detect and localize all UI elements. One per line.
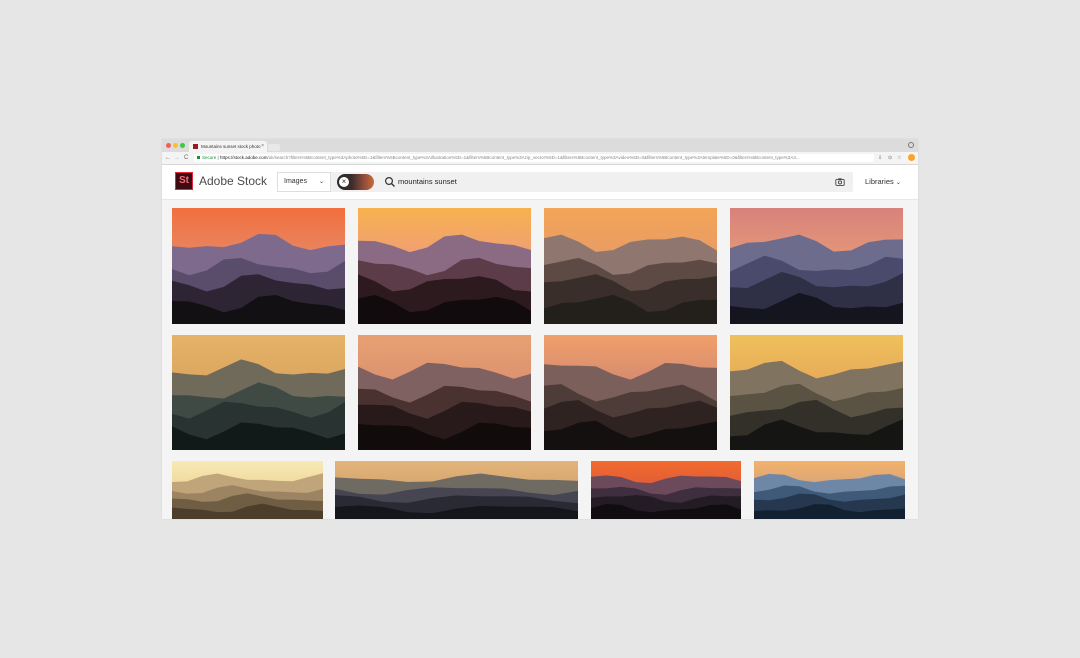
result-thumbnail[interactable] (591, 461, 741, 519)
close-icon[interactable]: × (339, 177, 349, 187)
libraries-menu[interactable]: Libraries ⌄ (865, 177, 901, 188)
url-path: /uk/search?filters%5Bcontent_type%3Aphot… (267, 155, 800, 160)
brand-name[interactable]: Adobe Stock (199, 174, 267, 188)
favicon-icon (193, 144, 198, 150)
result-thumbnail[interactable] (335, 461, 578, 519)
tab-title: Mountains sunset stock photo (201, 144, 261, 149)
browser-window: Mountains sunset stock photo × ← → C Sec… (162, 139, 918, 519)
result-thumbnail[interactable] (358, 208, 531, 324)
profile-icon[interactable] (908, 142, 914, 148)
url-host: https://stock.adobe.com (219, 155, 268, 160)
minimize-window-button[interactable] (173, 143, 178, 148)
result-thumbnail[interactable] (172, 208, 345, 324)
chevron-down-icon: ⌄ (895, 180, 901, 186)
result-thumbnail[interactable] (730, 208, 903, 324)
result-thumbnail[interactable] (754, 461, 905, 519)
result-thumbnail[interactable] (730, 335, 903, 450)
tab-strip: Mountains sunset stock photo × (162, 139, 918, 152)
maximize-window-button[interactable] (180, 143, 185, 148)
secure-label: Secure (202, 155, 217, 160)
new-tab-button[interactable] (268, 144, 280, 151)
result-thumbnail[interactable] (544, 208, 717, 324)
browser-tab[interactable]: Mountains sunset stock photo × (189, 141, 267, 152)
zoom-icon[interactable]: ⊙ (888, 154, 892, 162)
address-bar[interactable]: Secure | https://stock.adobe.com/uk/sear… (194, 154, 874, 162)
chevron-down-icon: ⌄ (318, 179, 324, 185)
forward-button[interactable]: → (174, 153, 180, 163)
tab-close-icon[interactable]: × (261, 141, 264, 152)
back-button[interactable]: ← (165, 153, 171, 163)
adobe-stock-logo[interactable]: St (175, 172, 193, 190)
extension-icon[interactable] (908, 154, 915, 161)
search-bar: Images ⌄ × mountains sunset (277, 172, 853, 192)
camera-icon[interactable] (835, 177, 845, 187)
lock-icon (197, 156, 200, 160)
search-icon[interactable] (384, 176, 396, 188)
reload-button[interactable]: C (184, 153, 188, 163)
result-thumbnail[interactable] (172, 335, 345, 450)
result-thumbnail[interactable] (358, 335, 531, 450)
result-thumbnail[interactable] (544, 335, 717, 450)
download-icon[interactable]: ⇩ (878, 154, 882, 162)
libraries-label: Libraries (865, 177, 894, 186)
stock-header: St Adobe Stock Images ⌄ × mountains suns… (162, 165, 918, 200)
browser-toolbar: ← → C Secure | https://stock.adobe.com/u… (162, 152, 918, 165)
bookmark-star-icon[interactable]: ☆ (897, 154, 901, 162)
visual-search-thumbnail[interactable]: × (337, 174, 374, 190)
result-thumbnail[interactable] (172, 461, 323, 519)
asset-type-dropdown[interactable]: Images ⌄ (277, 172, 331, 192)
search-input[interactable]: mountains sunset (398, 172, 457, 192)
close-window-button[interactable] (166, 143, 171, 148)
asset-type-label: Images (284, 178, 307, 185)
